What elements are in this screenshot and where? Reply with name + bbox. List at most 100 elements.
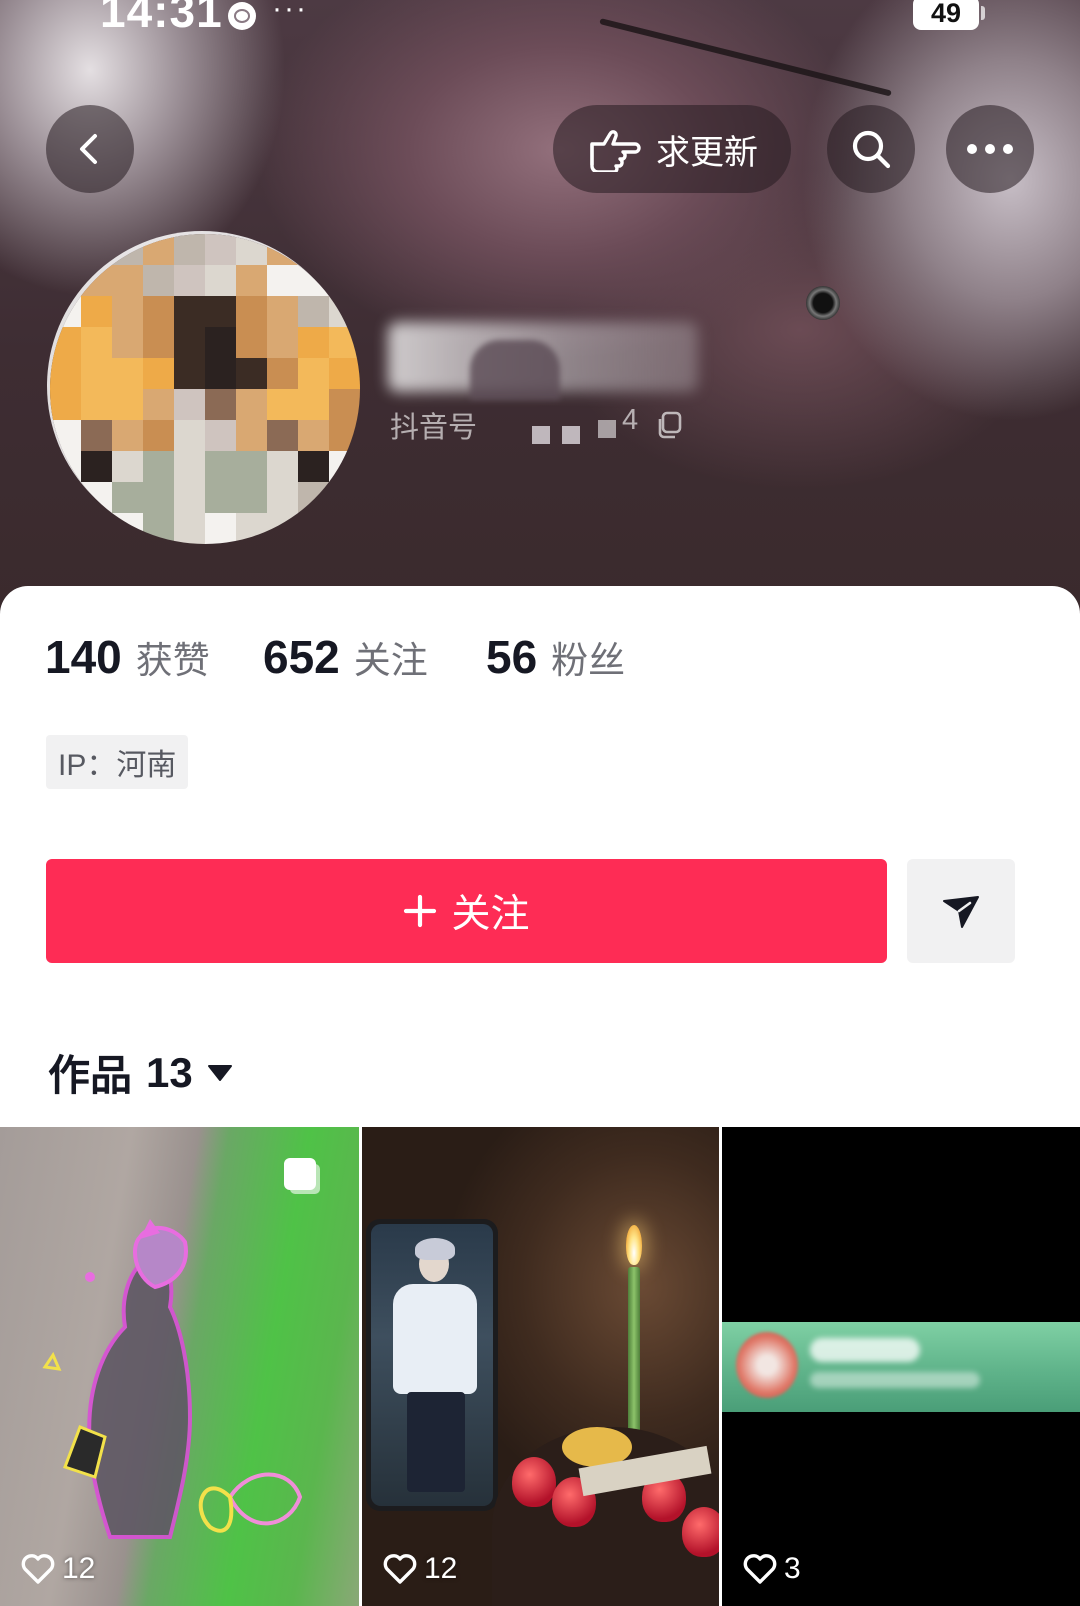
stat-followers-label: 粉丝 xyxy=(551,640,626,681)
avatar-mosaic-tile xyxy=(81,420,112,451)
avatar-mosaic-tile xyxy=(174,420,205,451)
avatar-mosaic-tile xyxy=(205,265,236,296)
stat-followers[interactable]: 56 粉丝 xyxy=(486,630,625,684)
avatar-mosaic-tile xyxy=(236,327,267,358)
notification-app-icon xyxy=(228,2,256,30)
search-icon xyxy=(852,130,891,169)
avatar-mosaic-tile xyxy=(267,451,298,482)
avatar-mosaic-tile xyxy=(174,482,205,513)
avatar-mosaic-tile xyxy=(81,327,112,358)
avatar-mosaic-tile xyxy=(298,389,329,420)
stat-likes-value: 140 xyxy=(45,631,122,683)
avatar-mosaic-tile xyxy=(236,389,267,420)
avatar-mosaic-tile xyxy=(298,358,329,389)
avatar-mosaic-tile xyxy=(174,358,205,389)
battery-nub xyxy=(981,6,985,20)
chalk-drawing-art xyxy=(42,1219,303,1539)
avatar-mosaic-tile xyxy=(298,451,329,482)
more-icon xyxy=(967,144,1013,154)
nickname-mosaic xyxy=(470,340,560,400)
avatar-mosaic-tile xyxy=(174,234,205,265)
heart-icon xyxy=(743,1554,777,1584)
avatar-mosaic-tile xyxy=(143,327,174,358)
avatar-mosaic-tile xyxy=(143,296,174,327)
copy-icon[interactable] xyxy=(654,410,684,440)
avatar-mosaic-tile xyxy=(205,420,236,451)
avatar-mosaic-tile xyxy=(112,482,143,513)
avatar-mosaic-tile xyxy=(112,389,143,420)
multi-image-icon xyxy=(284,1158,316,1190)
avatar-mosaic-tile xyxy=(205,389,236,420)
stat-likes[interactable]: 140 获赞 xyxy=(45,630,210,684)
avatar-mosaic-tile xyxy=(143,451,174,482)
cover-earring-detail xyxy=(806,286,840,320)
video-thumbnail[interactable]: 12 xyxy=(0,1127,359,1606)
search-button[interactable] xyxy=(827,105,915,193)
blurred-banner xyxy=(722,1322,1080,1412)
avatar-mosaic-tile xyxy=(205,358,236,389)
douyin-id-label: 抖音号 xyxy=(390,412,478,444)
avatar-mosaic-tile xyxy=(236,482,267,513)
avatar-mosaic-tile xyxy=(50,389,81,420)
avatar-mosaic-tile xyxy=(112,327,143,358)
avatar-mosaic-tile xyxy=(267,420,298,451)
status-more-indicator: ··· xyxy=(272,0,308,25)
avatar-mosaic-tile xyxy=(81,296,112,327)
phone-in-photo xyxy=(366,1219,498,1511)
video-thumbnail[interactable]: 12 xyxy=(362,1127,719,1606)
avatar-mosaic-tile xyxy=(298,327,329,358)
avatar-mosaic-tile xyxy=(143,389,174,420)
send-icon xyxy=(943,896,979,928)
avatar-mosaic-tile xyxy=(205,296,236,327)
avatar[interactable] xyxy=(50,234,360,544)
avatar-mosaic-tile xyxy=(143,358,174,389)
avatar-mosaic-tile xyxy=(236,358,267,389)
stat-followers-value: 56 xyxy=(486,631,538,683)
chevron-left-icon xyxy=(80,134,97,164)
avatar-mosaic-tile xyxy=(81,389,112,420)
like-count: 12 xyxy=(20,1552,95,1586)
avatar-mosaic-tile xyxy=(329,358,360,389)
candle-flame xyxy=(626,1225,642,1265)
stat-following-value: 652 xyxy=(263,631,340,683)
avatar-mosaic-tile xyxy=(205,234,236,265)
avatar-mosaic-tile xyxy=(112,358,143,389)
avatar-mosaic-tile xyxy=(112,265,143,296)
avatar-mosaic-tile xyxy=(112,420,143,451)
plus-icon xyxy=(404,894,437,928)
request-update-button[interactable]: 求更新 xyxy=(553,105,791,193)
video-thumbnail[interactable]: 3 xyxy=(722,1127,1080,1606)
stat-likes-label: 获赞 xyxy=(135,640,210,681)
strawberry xyxy=(512,1457,556,1507)
avatar-mosaic-tile xyxy=(174,327,205,358)
avatar-mosaic-tile xyxy=(267,265,298,296)
battery-indicator: 49 xyxy=(913,0,979,30)
ip-location-tag: IP：河南 xyxy=(46,735,189,789)
avatar-mosaic-tile xyxy=(236,265,267,296)
avatar-mosaic-tile xyxy=(143,482,174,513)
avatar-mosaic-tile xyxy=(267,296,298,327)
works-tab[interactable]: 作品 13 xyxy=(48,1042,233,1103)
douyin-id-mosaic xyxy=(498,420,618,448)
avatar-mosaic-tile xyxy=(298,420,329,451)
stat-following[interactable]: 652 关注 xyxy=(263,630,428,684)
status-time: 14:31 xyxy=(100,0,223,37)
share-profile-button[interactable] xyxy=(907,859,1015,963)
candle xyxy=(628,1267,640,1437)
avatar-mosaic-tile xyxy=(267,389,298,420)
more-button[interactable] xyxy=(946,105,1034,193)
avatar-mosaic-tile xyxy=(205,327,236,358)
avatar-mosaic-tile xyxy=(205,513,236,544)
like-count: 12 xyxy=(382,1552,457,1586)
avatar-mosaic-tile xyxy=(174,265,205,296)
avatar-mosaic-tile xyxy=(267,358,298,389)
back-button[interactable] xyxy=(46,105,134,193)
avatar-mosaic-tile xyxy=(236,420,267,451)
strawberry xyxy=(682,1507,719,1557)
avatar-mosaic-tile xyxy=(174,513,205,544)
avatar-mosaic-tile xyxy=(174,389,205,420)
follow-button[interactable]: 关注 xyxy=(46,859,887,963)
heart-icon xyxy=(383,1554,417,1584)
works-label: 作品 xyxy=(48,1052,133,1099)
avatar-mosaic-tile xyxy=(112,296,143,327)
